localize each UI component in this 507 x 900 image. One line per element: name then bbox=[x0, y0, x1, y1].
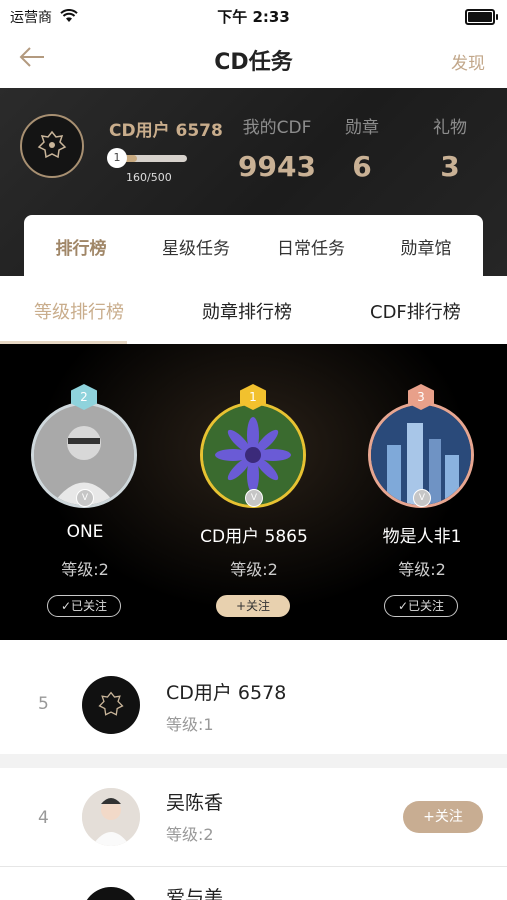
podium-level: 等级:2 bbox=[61, 560, 109, 579]
podium-name: ONE bbox=[66, 522, 104, 542]
follow-button[interactable]: +关注 bbox=[216, 595, 290, 617]
list-name: 爱与美 bbox=[166, 887, 224, 900]
list-item[interactable]: 爱与美 bbox=[0, 867, 507, 900]
list-item-self[interactable]: 5 CD用户 6578 等级:1 bbox=[0, 640, 507, 754]
tab-daily-tasks[interactable]: 日常任务 bbox=[256, 234, 366, 259]
sub-tab-bar: 等级排行榜 勋章排行榜 CDF排行榜 bbox=[0, 276, 507, 344]
stat-value-gifts[interactable]: 3 bbox=[420, 150, 480, 183]
level-progress-bar: 1 bbox=[107, 148, 187, 168]
section-divider bbox=[0, 754, 507, 768]
verified-icon: V bbox=[413, 489, 431, 507]
list-name: CD用户 6578 bbox=[166, 682, 287, 704]
podium-level: 等级:2 bbox=[398, 560, 446, 579]
tab-medal-hall[interactable]: 勋章馆 bbox=[371, 234, 481, 259]
tab-cdf-ranking[interactable]: CDF排行榜 bbox=[370, 298, 461, 324]
list-name: 吴陈香 bbox=[166, 792, 224, 814]
nav-bar: CD任务 发现 bbox=[0, 32, 507, 88]
list-level: 等级:1 bbox=[166, 715, 214, 734]
user-name: CD用户 6578 bbox=[109, 121, 223, 141]
stat-label-cdf: 我的CDF bbox=[242, 118, 312, 138]
list-level: 等级:2 bbox=[166, 825, 214, 844]
person-photo-icon bbox=[82, 788, 140, 846]
stat-label-gifts: 礼物 bbox=[433, 118, 467, 138]
avatar[interactable] bbox=[82, 887, 140, 900]
stat-label-medals: 勋章 bbox=[345, 118, 379, 138]
discover-link[interactable]: 发现 bbox=[451, 49, 485, 74]
tab-leaderboard[interactable]: 排行榜 bbox=[26, 234, 136, 259]
page-title: CD任务 bbox=[214, 50, 293, 75]
podium-level: 等级:2 bbox=[230, 560, 278, 579]
tab-star-tasks[interactable]: 星级任务 bbox=[141, 234, 251, 259]
verified-icon: V bbox=[245, 489, 263, 507]
lion-logo-icon bbox=[98, 691, 124, 716]
tab-medal-ranking[interactable]: 勋章排行榜 bbox=[202, 298, 292, 324]
podium-item: 1 V CD用户 5865 等级:2 +关注 bbox=[169, 344, 339, 640]
profile-header: CD用户 6578 1 160/500 我的CDF 9943 勋章 6 礼物 3… bbox=[0, 88, 507, 276]
progress-text: 160/500 bbox=[126, 171, 172, 184]
level-knob: 1 bbox=[107, 148, 127, 168]
followed-button[interactable]: ✓已关注 bbox=[47, 595, 121, 617]
battery-icon bbox=[465, 9, 498, 25]
avatar[interactable] bbox=[82, 676, 140, 734]
verified-icon: V bbox=[76, 489, 94, 507]
stat-value-cdf[interactable]: 9943 bbox=[234, 150, 320, 183]
follow-button[interactable]: +关注 bbox=[403, 801, 483, 833]
ranking-list: 5 CD用户 6578 等级:1 4 吴陈香 等级:2 +关注 爱与美 bbox=[0, 640, 507, 900]
podium-item: 2 V ONE 等级:2 ✓已关注 bbox=[0, 344, 170, 640]
podium-item: 3 V 物是人非1 等级:2 ✓已关注 bbox=[337, 344, 507, 640]
podium-name: CD用户 5865 bbox=[200, 527, 308, 547]
lion-logo-icon bbox=[37, 130, 67, 159]
list-item[interactable]: 4 吴陈香 等级:2 +关注 bbox=[0, 768, 507, 866]
list-rank: 4 bbox=[38, 808, 49, 828]
avatar[interactable] bbox=[82, 788, 140, 846]
stat-value-medals[interactable]: 6 bbox=[334, 150, 390, 183]
clock: 下午 2:33 bbox=[217, 8, 290, 26]
main-tab-bar: 排行榜 星级任务 日常任务 勋章馆 bbox=[24, 215, 483, 276]
podium-name: 物是人非1 bbox=[382, 527, 462, 547]
followed-button[interactable]: ✓已关注 bbox=[384, 595, 458, 617]
status-bar: 运营商 下午 2:33 bbox=[0, 0, 507, 32]
top-three-podium: 2 V ONE 等级:2 ✓已关注 1 V CD用户 5865 等级:2 +关注… bbox=[0, 344, 507, 640]
list-rank: 5 bbox=[38, 694, 49, 714]
tab-level-ranking[interactable]: 等级排行榜 bbox=[34, 298, 124, 324]
avatar[interactable] bbox=[20, 114, 84, 178]
